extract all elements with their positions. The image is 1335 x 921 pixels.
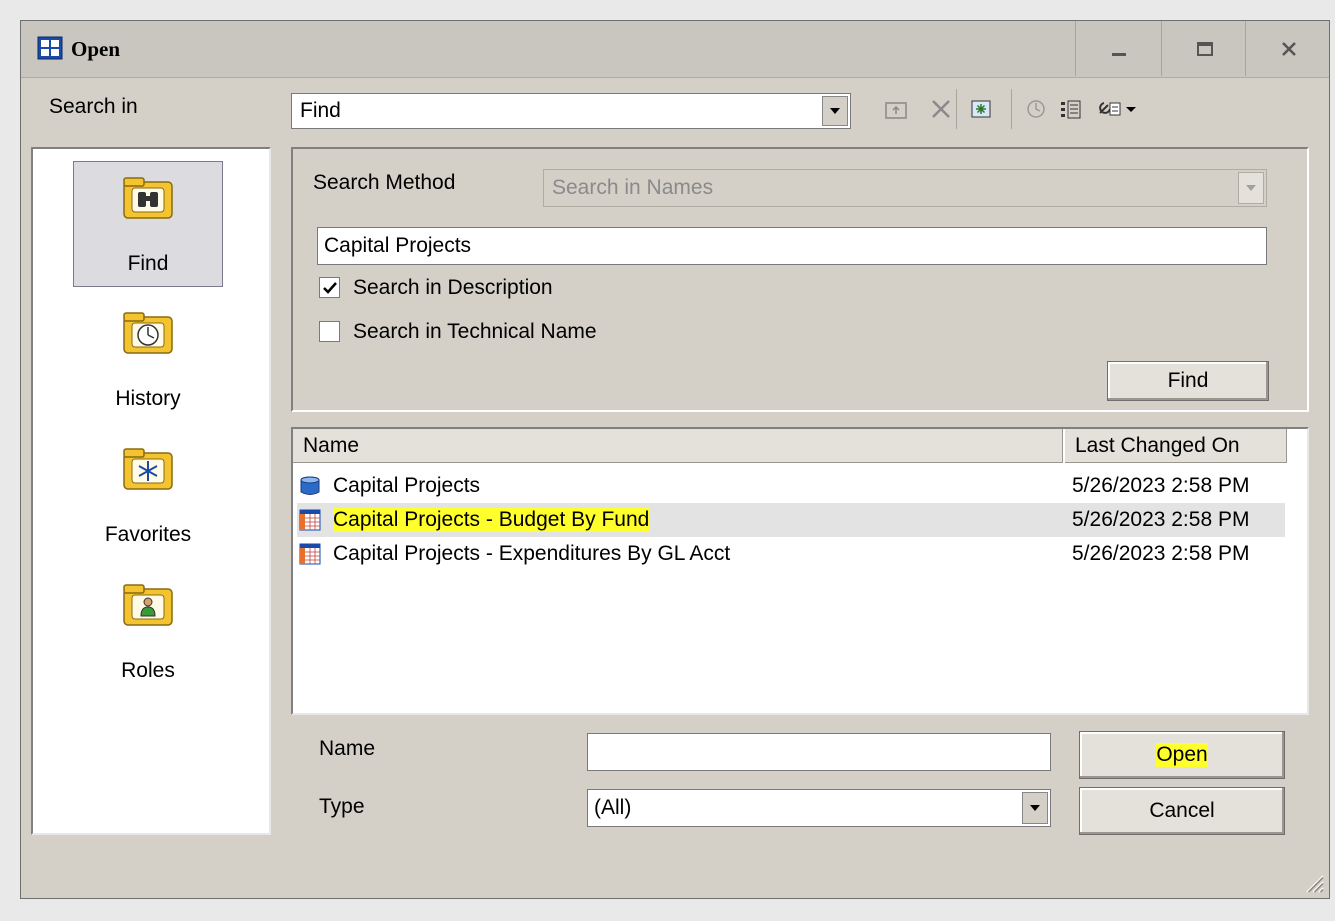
- results-list: Name Last Changed On Capital Projects 5/…: [291, 427, 1309, 715]
- chevron-down-icon: [830, 108, 840, 114]
- up-folder-icon[interactable]: [881, 94, 911, 124]
- places-sidebar: Find History Favorites Roles: [31, 147, 271, 835]
- open-button-label: Open: [1156, 743, 1208, 767]
- delete-icon[interactable]: [926, 94, 956, 124]
- column-header-name[interactable]: Name: [293, 429, 1063, 463]
- type-combo[interactable]: (All): [587, 789, 1051, 827]
- search-method-value: Search in Names: [552, 176, 714, 199]
- row-name: Capital Projects: [333, 474, 481, 497]
- close-button[interactable]: [1245, 21, 1332, 76]
- find-button[interactable]: Find: [1107, 361, 1269, 401]
- find-button-label: Find: [1167, 369, 1209, 392]
- new-folder-icon[interactable]: [966, 94, 996, 124]
- search-panel: Search Method Search in Names Capital Pr…: [291, 147, 1309, 412]
- sidebar-item-label: History: [115, 387, 181, 410]
- infoprovider-icon: [300, 476, 320, 495]
- type-dropdown-button[interactable]: [1022, 792, 1048, 824]
- search-in-description-checkbox[interactable]: [319, 277, 340, 298]
- row-name: Capital Projects - Expenditures By GL Ac…: [333, 542, 731, 565]
- open-dialog: Open Search in Find Find History Favorit…: [20, 20, 1330, 899]
- sidebar-item-roles[interactable]: Roles: [73, 569, 223, 695]
- search-method-label: Search Method: [313, 171, 456, 194]
- details-view-icon[interactable]: [1056, 94, 1086, 124]
- checkmark-icon: [322, 281, 337, 294]
- file-name-input[interactable]: [587, 733, 1051, 771]
- search-method-combo[interactable]: Search in Names: [543, 169, 1267, 207]
- type-value: (All): [594, 796, 632, 819]
- row-date: 5/26/2023 2:58 PM: [1072, 474, 1250, 497]
- title-bar[interactable]: Open: [21, 21, 1329, 78]
- maximize-button[interactable]: [1161, 21, 1248, 76]
- cancel-button-label: Cancel: [1149, 799, 1215, 822]
- column-header-last-changed[interactable]: Last Changed On: [1065, 429, 1287, 463]
- minimize-icon: [1112, 52, 1126, 56]
- tools-icon[interactable]: [1093, 94, 1143, 124]
- maximize-icon: [1197, 41, 1213, 56]
- open-button[interactable]: Open: [1079, 731, 1285, 779]
- chevron-down-icon: [1030, 805, 1040, 811]
- type-label: Type: [319, 795, 365, 818]
- search-in-label: Search in: [49, 95, 138, 118]
- clock-icon: [123, 312, 173, 354]
- sidebar-item-find[interactable]: Find: [73, 161, 223, 287]
- refresh-icon[interactable]: [1021, 94, 1051, 124]
- sidebar-item-history[interactable]: History: [73, 297, 223, 423]
- sidebar-item-favorites[interactable]: Favorites: [73, 433, 223, 559]
- close-icon: [1282, 41, 1296, 56]
- minimize-button[interactable]: [1075, 21, 1162, 76]
- toolbar-separator: [956, 89, 957, 129]
- search-in-technical-name-label: Search in Technical Name: [353, 320, 597, 343]
- search-in-dropdown-button[interactable]: [822, 96, 848, 126]
- resize-grip-icon[interactable]: [1301, 870, 1325, 894]
- chevron-down-icon: [1246, 185, 1256, 191]
- cancel-button[interactable]: Cancel: [1079, 787, 1285, 835]
- search-in-technical-name-checkbox[interactable]: [319, 321, 340, 342]
- sidebar-item-label: Favorites: [104, 523, 192, 546]
- sidebar-item-label: Roles: [121, 659, 175, 682]
- search-query-value: Capital Projects: [324, 234, 472, 257]
- table-row[interactable]: Capital Projects - Expenditures By GL Ac…: [297, 537, 1285, 571]
- search-in-combo[interactable]: Find: [291, 93, 851, 129]
- search-query-input[interactable]: Capital Projects: [317, 227, 1267, 265]
- search-method-dropdown-button[interactable]: [1238, 172, 1264, 204]
- query-icon: [299, 543, 321, 565]
- row-date: 5/26/2023 2:58 PM: [1072, 508, 1250, 531]
- star-icon: [123, 448, 173, 490]
- query-icon: [299, 509, 321, 531]
- person-icon: [123, 584, 173, 626]
- binoculars-icon: [123, 177, 173, 219]
- search-in-value: Find: [300, 99, 341, 122]
- app-grid-icon: [37, 36, 63, 60]
- column-header-label: Last Changed On: [1075, 433, 1240, 457]
- window-title: Open: [71, 37, 121, 61]
- table-row[interactable]: Capital Projects 5/26/2023 2:58 PM: [297, 469, 1285, 503]
- toolbar-separator: [1011, 89, 1012, 129]
- sidebar-item-label: Find: [127, 252, 169, 275]
- file-name-label: Name: [319, 737, 376, 760]
- table-row[interactable]: Capital Projects - Budget By Fund 5/26/2…: [297, 503, 1285, 537]
- column-header-label: Name: [303, 433, 360, 457]
- row-date: 5/26/2023 2:58 PM: [1072, 542, 1250, 565]
- search-in-description-label: Search in Description: [353, 276, 553, 299]
- row-name: Capital Projects - Budget By Fund: [333, 508, 650, 532]
